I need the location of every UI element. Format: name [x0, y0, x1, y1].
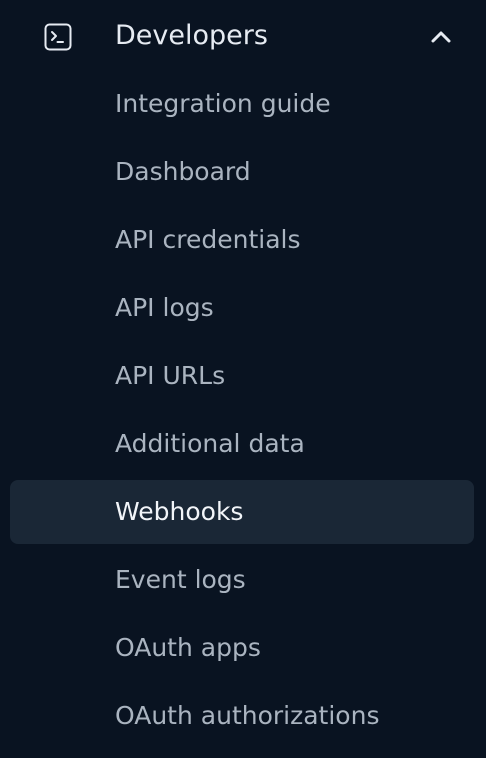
menu-item-label: OAuth apps	[115, 633, 261, 662]
menu-item-oauth-apps[interactable]: OAuth apps	[10, 616, 474, 680]
menu-item-webhooks[interactable]: Webhooks	[10, 480, 474, 544]
menu-item-label: Additional data	[115, 429, 305, 458]
menu-item-label: API URLs	[115, 361, 226, 390]
section-title: Developers	[115, 20, 268, 51]
menu-item-label: OAuth authorizations	[115, 701, 380, 730]
terminal-icon	[44, 23, 72, 51]
menu-item-dashboard[interactable]: Dashboard	[10, 140, 474, 204]
menu-item-label: Integration guide	[115, 89, 331, 118]
chevron-up-icon[interactable]	[429, 25, 453, 49]
menu-item-label: API logs	[115, 293, 214, 322]
developers-nav: Developers Integration guide Dashboard A…	[0, 0, 486, 758]
menu-item-label: API credentials	[115, 225, 301, 254]
menu-item-label: Webhooks	[115, 497, 244, 526]
menu-item-oauth-authorizations[interactable]: OAuth authorizations	[10, 684, 474, 748]
menu-item-additional-data[interactable]: Additional data	[10, 412, 474, 476]
menu-item-api-logs[interactable]: API logs	[10, 276, 474, 340]
menu-item-event-logs[interactable]: Event logs	[10, 548, 474, 612]
menu-item-label: Dashboard	[115, 157, 251, 186]
developers-section-header[interactable]: Developers	[0, 0, 486, 72]
menu-item-integration-guide[interactable]: Integration guide	[10, 72, 474, 136]
menu-item-api-urls[interactable]: API URLs	[10, 344, 474, 408]
menu-item-api-credentials[interactable]: API credentials	[10, 208, 474, 272]
menu-item-label: Event logs	[115, 565, 246, 594]
